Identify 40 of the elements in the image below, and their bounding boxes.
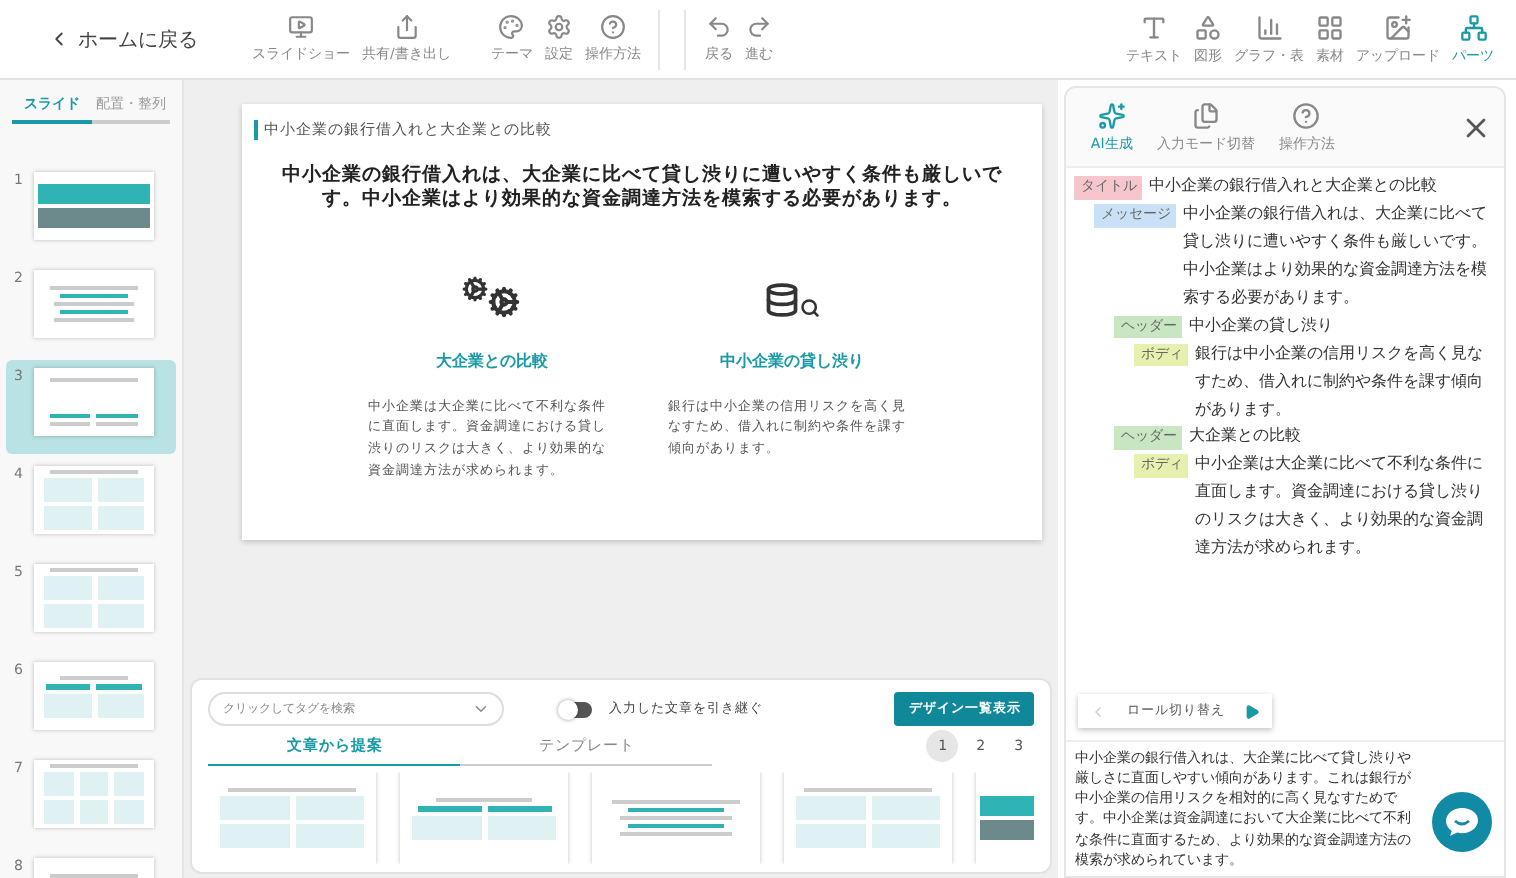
text-icon [1140,13,1168,41]
outline-text[interactable]: 銀行は中小企業の信用リスクを高く見なすため、借入れに制約や条件を課す傾向があります。 [1194,339,1496,423]
slide-thumbnail[interactable] [34,662,154,730]
carry-over-toggle[interactable] [560,701,593,717]
sparkles-icon [1097,101,1126,129]
caret-icon [472,700,491,718]
outline-text[interactable]: 中小企業の銀行借入れは、大企業に比べて貸し渋りに遭いやすく条件も厳しいです。中小企業はより効果的な資金調達方法を模索する必要があります。 [1182,199,1496,312]
chat-icon [1444,806,1480,838]
design-thumbnail[interactable] [592,772,761,864]
column-heading: 中小企業の貸し渋り [719,349,864,372]
settings-icon [545,14,572,40]
slide-thumbnail[interactable] [34,466,154,534]
outline-text[interactable]: 中小企業は大企業に比べて不利な条件に直面します。資金調達における貸し渋りのリスクは大きく、より効果的な資金調達方法が求められます。 [1194,450,1496,563]
outline-text[interactable]: 中小企業の銀行借入れと大企業との比較 [1148,172,1437,200]
slide-thumbnail[interactable] [34,172,154,240]
slide-thumbnail[interactable] [34,368,154,436]
share-icon [393,14,420,40]
bar-chart-icon [1255,13,1283,41]
design-thumbnail[interactable] [400,772,569,864]
column-heading: 大企業との比較 [435,349,548,372]
slide-message: 中小企業の銀行借入れは、大企業に比べて貸し渋りに遭いやすく条件も厳しいです。中小企業はより効果的な資金調達方法を模索する必要があります。 [279,164,1004,214]
files-icon [1191,101,1220,129]
back-button[interactable]: ホームに戻る [48,25,198,53]
slide-thumbnail[interactable] [34,760,154,828]
help-icon [1292,101,1321,129]
slide-thumbnail[interactable] [34,564,154,632]
chat-button[interactable] [1432,792,1492,852]
help-icon [599,14,626,40]
shapes-icon [1194,13,1222,41]
redo-icon [745,14,772,40]
outline-text[interactable]: 大企業との比較 [1188,422,1301,451]
undo-icon [705,14,732,40]
right-icon [1244,703,1261,719]
grid-icon [1316,13,1344,41]
palette-icon [498,14,525,40]
slide-thumbnail[interactable] [34,270,154,338]
image-plus-icon [1384,13,1412,41]
network-icon [1459,13,1487,41]
outline-text[interactable]: 中小企業の貸し渋り [1188,311,1333,340]
slideshow-icon [288,14,314,40]
